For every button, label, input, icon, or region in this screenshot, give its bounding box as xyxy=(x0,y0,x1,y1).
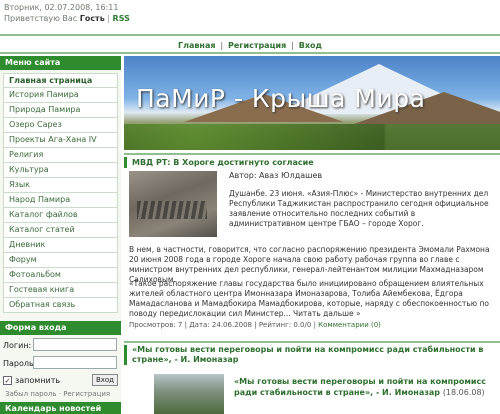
menu-item-forum[interactable]: Форум xyxy=(3,253,118,268)
menu-item-home[interactable]: Главная страница xyxy=(3,73,118,88)
password-row: Пароль: xyxy=(0,355,121,371)
menu-item-article-catalog[interactable]: Каталог статей xyxy=(3,223,118,238)
article-date: (18.06.08) xyxy=(442,388,485,397)
rss-link[interactable]: RSS xyxy=(113,14,130,23)
article-paragraph: Душанбе. 23 июня. «Азия-Плюс» - Министер… xyxy=(229,189,489,228)
article-photo xyxy=(129,171,217,237)
content-divider xyxy=(124,341,500,343)
menu-title: Меню сайта xyxy=(0,56,121,70)
greeting-line: Приветствую Вас Гость | RSS xyxy=(4,14,130,23)
top-navigation: Главная | Регистрация | Вход xyxy=(0,34,500,54)
nav-separator: | xyxy=(291,41,294,50)
remember-label: запомнить xyxy=(15,376,61,385)
remember-checkbox[interactable]: ✓ xyxy=(3,376,12,385)
article-body: Автор: Авaз Юлдашев Душанбе. 23 июня. «А… xyxy=(124,168,500,338)
login-form-title: Форма входа xyxy=(0,321,121,335)
menu-item-history[interactable]: История Памира xyxy=(3,88,118,103)
article-title[interactable]: МВД РТ: В Хороге достигнуто согласие xyxy=(124,157,500,168)
menu-item-culture[interactable]: Культура xyxy=(3,163,118,178)
banner-foliage xyxy=(124,124,500,150)
article-paragraph: «Такое распоряжение главы государства бы… xyxy=(129,279,489,318)
article-author: Автор: Авaз Юлдашев xyxy=(229,171,323,180)
menu-item-guestbook[interactable]: Гостевая книга xyxy=(3,283,118,298)
article-title[interactable]: «Мы готовы вести переговоры и пойти на к… xyxy=(124,345,500,365)
site-banner: ПаМиР - Крыша Мира xyxy=(124,56,500,150)
menu-item-feedback[interactable]: Обратная связь xyxy=(3,298,118,313)
meta-separator: | xyxy=(313,321,316,329)
article-subtitle[interactable]: «Мы готовы вести переговоры и пойти на к… xyxy=(234,376,494,398)
nav-separator: | xyxy=(220,41,224,50)
news-article: «Мы готовы вести переговоры и пойти на к… xyxy=(124,345,500,414)
guest-name: Гость xyxy=(79,14,105,23)
login-label: Логин: xyxy=(3,341,32,350)
article-date: Дата: 24.06.2008 xyxy=(189,321,252,329)
article-rating: Рейтинг: 0.0/0 xyxy=(258,321,312,329)
remember-row: ✓ запомнить Вход xyxy=(0,374,121,388)
meta-separator: | xyxy=(254,321,257,329)
menu-item-nature[interactable]: Природа Памира xyxy=(3,103,118,118)
site-menu: Главная страница История Памира Природа … xyxy=(3,73,118,313)
article-comments-link[interactable]: Комментарии (0) xyxy=(318,321,381,329)
top-bar: Вторник, 02.07.2008, 16:11 Приветствую В… xyxy=(0,0,500,27)
banner-title: ПаМиР - Крыша Мира xyxy=(136,84,426,113)
content-divider xyxy=(124,153,500,155)
nav-register-link[interactable]: Регистрация xyxy=(228,41,286,50)
article-photo xyxy=(154,374,224,414)
menu-item-religion[interactable]: Религия xyxy=(3,148,118,163)
current-date: Вторник, 02.07.2008, 16:11 xyxy=(4,3,119,12)
greeting-prefix: Приветствую Вас xyxy=(4,14,78,23)
article-meta: Просмотров: 7 | Дата: 24.06.2008 | Рейти… xyxy=(129,321,381,329)
menu-item-language[interactable]: Язык xyxy=(3,178,118,193)
menu-item-file-catalog[interactable]: Каталог файлов xyxy=(3,208,118,223)
nav-home-link[interactable]: Главная xyxy=(178,41,215,50)
article-views: Просмотров: 7 xyxy=(129,321,183,329)
password-input[interactable] xyxy=(33,356,117,369)
sidebar: Меню сайта Главная страница История Пами… xyxy=(0,56,121,414)
login-button[interactable]: Вход xyxy=(92,374,118,386)
nav-login-link[interactable]: Вход xyxy=(299,41,322,50)
meta-separator: | xyxy=(184,321,187,329)
login-row: Логин: xyxy=(0,337,121,353)
password-label: Пароль: xyxy=(3,359,37,368)
menu-item-diary[interactable]: Дневник xyxy=(3,238,118,253)
greeting-separator: | xyxy=(107,14,110,23)
menu-item-aga-khan-projects[interactable]: Проекты Ага-Хана IV xyxy=(3,133,118,148)
login-input[interactable] xyxy=(33,338,117,351)
forgot-password-links[interactable]: Забыл пароль · Регистрация xyxy=(0,390,121,398)
news-article: МВД РТ: В Хороге достигнуто согласие Авт… xyxy=(124,157,500,329)
news-calendar-title: Календарь новостей xyxy=(0,402,121,414)
menu-item-photo-album[interactable]: Фотоальбом xyxy=(3,268,118,283)
menu-item-sarez-lake[interactable]: Озеро Сарез xyxy=(3,118,118,133)
menu-item-people[interactable]: Народ Памира xyxy=(3,193,118,208)
